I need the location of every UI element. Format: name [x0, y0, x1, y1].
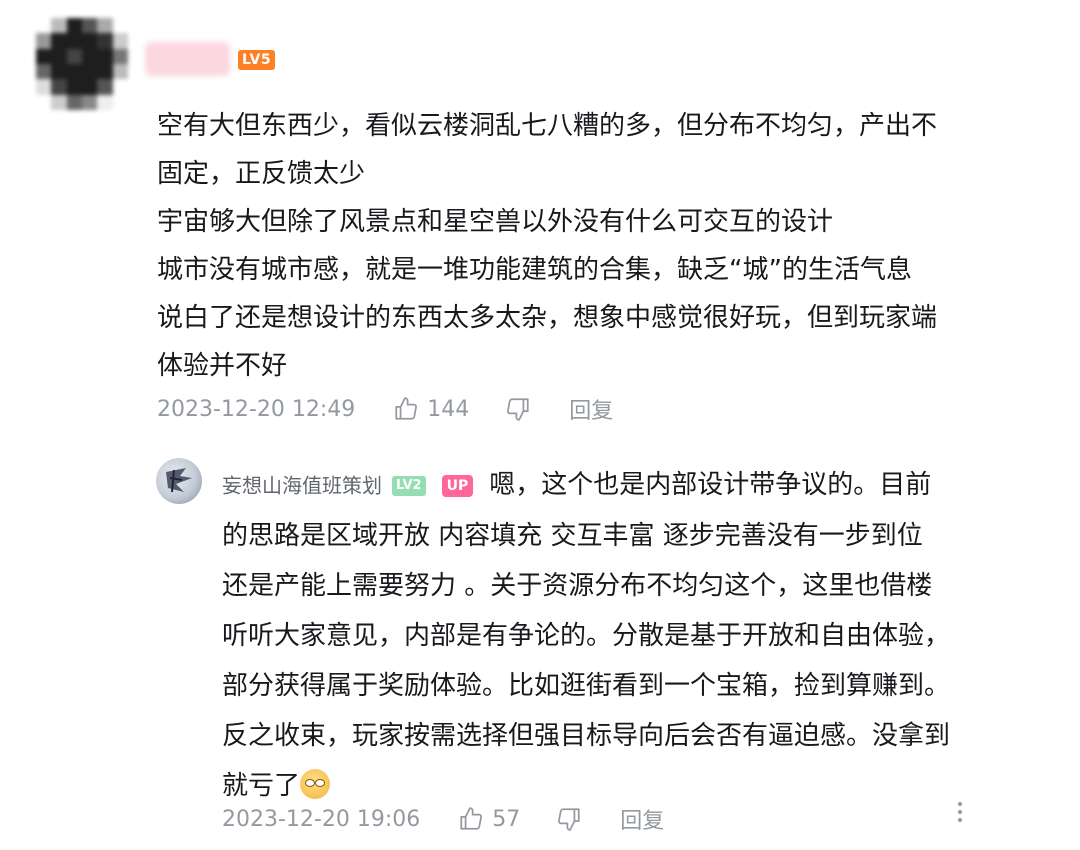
reply-line: 嗯，这个也是内部设计带争议的。目前 [489, 470, 932, 500]
comment-line: 说白了还是想设计的东西太多太杂，想象中感觉很好玩，但到玩家端 [157, 303, 938, 333]
reply-button[interactable]: 回复 [620, 803, 664, 835]
reply-line: 听听大家意见，内部是有争论的。分散是基于开放和自由体验， [222, 620, 951, 651]
like-count: 144 [427, 396, 470, 422]
comment-meta: 2023-12-20 12:49 144 回复 [157, 392, 613, 426]
thumb-down-icon[interactable] [505, 396, 531, 422]
commenter-name-blurred[interactable] [145, 42, 230, 76]
reply-line: 反之收束，玩家按需选择但强目标导向后会否有逼迫感。没拿到 [222, 720, 951, 751]
thumb-up-icon[interactable] [393, 396, 419, 422]
commenter-avatar[interactable] [36, 18, 128, 110]
thumb-down-icon[interactable] [556, 806, 582, 832]
level-badge: LV5 [238, 50, 276, 70]
smirk-emoji-icon [300, 768, 331, 799]
comment-line: 固定，正反馈太少 [157, 159, 366, 189]
reply-button[interactable]: 回复 [569, 393, 613, 425]
reply-meta: 2023-12-20 19:06 57 回复 [222, 802, 664, 836]
up-username[interactable]: 妄想山海值班策划 [222, 474, 382, 498]
level-badge: LV2 [392, 475, 426, 496]
reply-time: 2023-12-20 19:06 [222, 806, 421, 832]
comment-line: 宇宙够大但除了风景点和星空兽以外没有什么可交互的设计 [157, 207, 834, 237]
comment-line: 城市没有城市感，就是一堆功能建筑的合集，缺乏“城”的生活气息 [157, 255, 912, 285]
reply-line: 部分获得属于奖励体验。比如逛街看到一个宝箱，捡到算赚到。 [222, 670, 951, 701]
up-badge: UP [441, 474, 474, 497]
reply-first-line: 妄想山海值班策划 LV2 UP 嗯，这个也是内部设计带争议的。目前 [222, 460, 1062, 511]
comment-line: 体验并不好 [157, 351, 288, 381]
reply-line: 还是产能上需要努力 。关于资源分布不均匀这个，这里也借楼 [222, 570, 933, 601]
reply-line: 的思路是区域开放 内容填充 交互丰富 逐步完善没有一步到位 [222, 520, 923, 551]
comment-body: 空有大但东西少，看似云楼洞乱七八糟的多，但分布不均匀，产出不 固定，正反馈太少 … [157, 102, 1057, 390]
up-avatar[interactable] [156, 458, 202, 504]
comment-time: 2023-12-20 12:49 [157, 396, 356, 422]
reply-line: 就亏了 [222, 770, 301, 801]
like-count: 57 [492, 806, 521, 832]
more-options-icon[interactable] [952, 798, 968, 828]
comment-line: 空有大但东西少，看似云楼洞乱七八糟的多，但分布不均匀，产出不 [157, 111, 938, 141]
reply-body: 妄想山海值班策划 LV2 UP 嗯，这个也是内部设计带争议的。目前 的思路是区域开放 … [222, 460, 1062, 811]
thumb-up-icon[interactable] [458, 806, 484, 832]
